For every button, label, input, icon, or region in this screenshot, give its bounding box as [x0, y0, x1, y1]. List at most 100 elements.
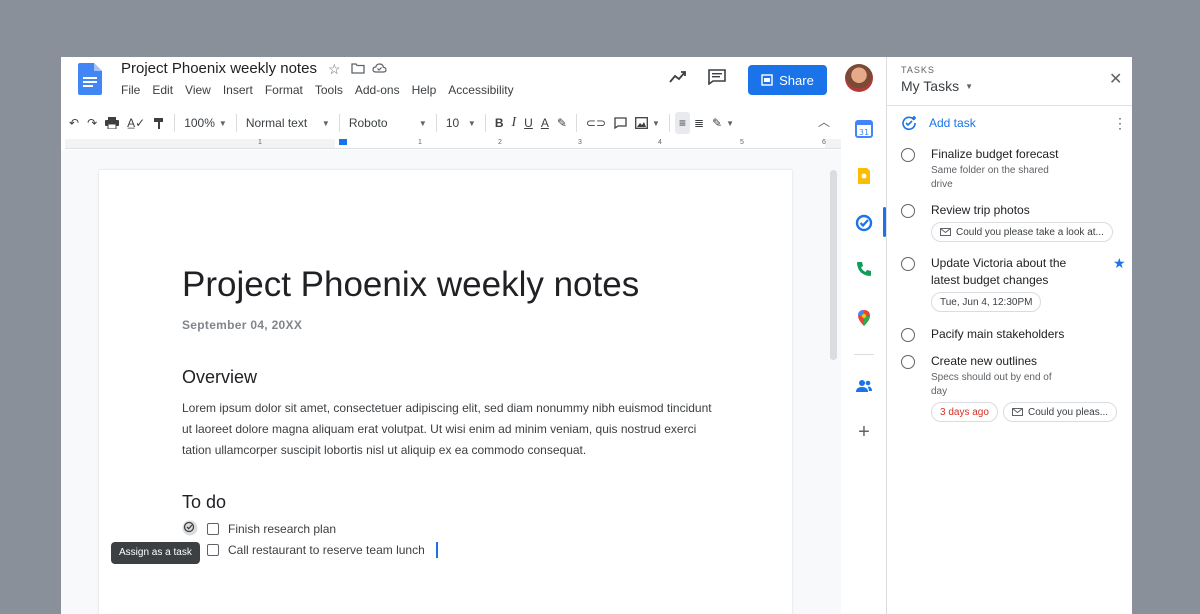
overview-heading[interactable]: Overview — [182, 367, 257, 388]
task-item[interactable]: Finalize budget forecast Same folder on … — [901, 146, 1129, 196]
caret-down-icon: ▼ — [321, 118, 330, 128]
assign-task-tooltip: Assign as a task — [111, 542, 200, 564]
activity-trend-icon[interactable] — [669, 70, 687, 84]
docs-header: Project Phoenix weekly notes ☆ File Edit… — [61, 57, 885, 107]
side-panel-rail: 31 + — [842, 57, 886, 614]
menu-accessibility[interactable]: Accessibility — [448, 83, 513, 97]
cloud-saved-icon[interactable] — [372, 62, 387, 74]
print-icon[interactable] — [101, 112, 123, 134]
zoom-select[interactable]: 100% ▼ — [180, 112, 231, 134]
menu-addons[interactable]: Add-ons — [355, 83, 400, 97]
menu-file[interactable]: File — [121, 83, 140, 97]
indent-marker[interactable] — [339, 139, 347, 145]
todo-heading[interactable]: To do — [182, 492, 226, 513]
docs-window: Project Phoenix weekly notes ☆ File Edit… — [61, 57, 1132, 614]
calendar-icon[interactable]: 31 — [855, 120, 873, 138]
star-icon[interactable]: ☆ — [328, 61, 341, 78]
align-left-icon[interactable]: ≡ — [674, 112, 690, 134]
document-heading[interactable]: Project Phoenix weekly notes — [182, 265, 639, 305]
menu-tools[interactable]: Tools — [315, 83, 343, 97]
task-complete-circle[interactable] — [901, 148, 915, 162]
spellcheck-icon[interactable]: A̲✓ — [123, 112, 149, 134]
bold-icon[interactable]: B — [491, 112, 508, 134]
mail-icon — [1012, 408, 1023, 416]
task-complete-circle[interactable] — [901, 257, 915, 271]
starred-icon[interactable]: ★ — [1113, 255, 1126, 272]
overview-paragraph[interactable]: Lorem ipsum dolor sit amet, consectetuer… — [182, 398, 712, 461]
close-icon[interactable]: ✕ — [1109, 69, 1122, 89]
text-color-icon[interactable]: A — [537, 112, 553, 134]
avatar[interactable] — [845, 64, 873, 92]
todo-text: Call restaurant to reserve team lunch — [228, 543, 425, 557]
insert-image-icon[interactable]: ▼ — [631, 112, 664, 134]
tasks-panel: TASKS My Tasks ▼ ✕ Add task ⋮ Finalize b… — [886, 57, 1132, 614]
task-list-select[interactable]: My Tasks ▼ — [901, 78, 973, 94]
meet-phone-icon[interactable] — [855, 260, 873, 278]
task-item[interactable]: Create new outlines Specs should out by … — [901, 353, 1129, 423]
task-item[interactable]: Pacify main stakeholders — [901, 326, 1129, 346]
ruler-number: 3 — [578, 139, 582, 146]
task-title: Finalize budget forecast — [931, 147, 1059, 161]
todo-checkbox[interactable] — [207, 523, 219, 535]
vertical-scrollbar[interactable] — [830, 170, 837, 360]
folder-icon[interactable] — [351, 62, 365, 74]
paint-format-icon[interactable] — [149, 112, 169, 134]
redo-icon[interactable]: ↷ — [83, 112, 101, 134]
more-vert-icon[interactable]: ⋮ — [1113, 115, 1127, 132]
task-item[interactable]: Review trip photos Could you please take… — [901, 202, 1129, 242]
menu-view[interactable]: View — [185, 83, 211, 97]
link-icon[interactable]: ⊂⊃ — [582, 112, 610, 134]
tasks-icon[interactable] — [855, 214, 873, 232]
italic-icon[interactable]: I — [507, 112, 520, 134]
task-list-name: My Tasks — [901, 78, 960, 94]
font-select[interactable]: Roboto ▼ — [345, 112, 431, 134]
todo-item[interactable]: Call restaurant to reserve team lunch — [207, 542, 438, 558]
share-button[interactable]: Share — [748, 65, 827, 95]
todo-checkbox[interactable] — [207, 544, 219, 556]
highlight-icon[interactable]: ✎ — [553, 112, 571, 134]
task-complete-circle[interactable] — [901, 204, 915, 218]
task-item[interactable]: Update Victoria about the latest budget … — [901, 255, 1129, 312]
undo-icon[interactable]: ↶ — [65, 112, 83, 134]
underline-icon[interactable]: U — [520, 112, 537, 134]
add-task-button[interactable]: Add task — [901, 115, 976, 131]
doc-link-chip[interactable]: Could you please take a look at... — [931, 222, 1113, 242]
chevron-up-icon[interactable]: ︿ — [818, 113, 830, 130]
align-center-icon[interactable]: ≣ — [690, 112, 708, 134]
editing-mode-icon[interactable]: ✎ ▼ — [708, 112, 738, 134]
doc-title[interactable]: Project Phoenix weekly notes — [121, 60, 317, 77]
due-date-chip[interactable]: Tue, Jun 4, 12:30PM — [931, 292, 1042, 312]
doc-link-chip[interactable]: Could you pleas... — [1003, 402, 1118, 422]
assign-task-icon[interactable] — [182, 520, 198, 536]
docs-logo-icon[interactable] — [78, 63, 102, 95]
mail-icon — [940, 228, 951, 236]
ruler-number: 6 — [822, 139, 826, 146]
ruler[interactable]: 1 1 2 3 4 5 6 — [65, 139, 841, 149]
menu-insert[interactable]: Insert — [223, 83, 253, 97]
plus-icon[interactable]: + — [855, 422, 873, 442]
document-date[interactable]: September 04, 20XX — [182, 318, 302, 332]
task-complete-circle[interactable] — [901, 355, 915, 369]
font-size-select[interactable]: 10 ▼ — [442, 112, 480, 134]
contacts-icon[interactable] — [855, 377, 873, 395]
keep-icon[interactable] — [855, 167, 873, 185]
maps-pin-icon[interactable] — [855, 309, 873, 327]
comment-history-icon[interactable] — [708, 69, 726, 85]
text-cursor — [435, 542, 438, 558]
add-comment-icon[interactable] — [610, 112, 631, 134]
task-details: Specs should out by end of day — [931, 372, 1052, 397]
style-select[interactable]: Normal text ▼ — [242, 112, 334, 134]
menu-format[interactable]: Format — [265, 83, 303, 97]
tasks-panel-label: TASKS — [901, 65, 935, 75]
caret-down-icon: ▼ — [652, 118, 660, 128]
style-value: Normal text — [245, 116, 308, 130]
task-complete-circle[interactable] — [901, 328, 915, 342]
caret-down-icon: ▼ — [218, 118, 227, 128]
menu-edit[interactable]: Edit — [152, 83, 173, 97]
font-size-value: 10 — [445, 116, 460, 130]
due-date-chip[interactable]: 3 days ago — [931, 402, 998, 422]
todo-item[interactable]: Finish research plan — [207, 522, 336, 536]
document-page[interactable]: Project Phoenix weekly notes September 0… — [99, 170, 792, 614]
rail-divider — [854, 354, 874, 355]
menu-help[interactable]: Help — [412, 83, 437, 97]
